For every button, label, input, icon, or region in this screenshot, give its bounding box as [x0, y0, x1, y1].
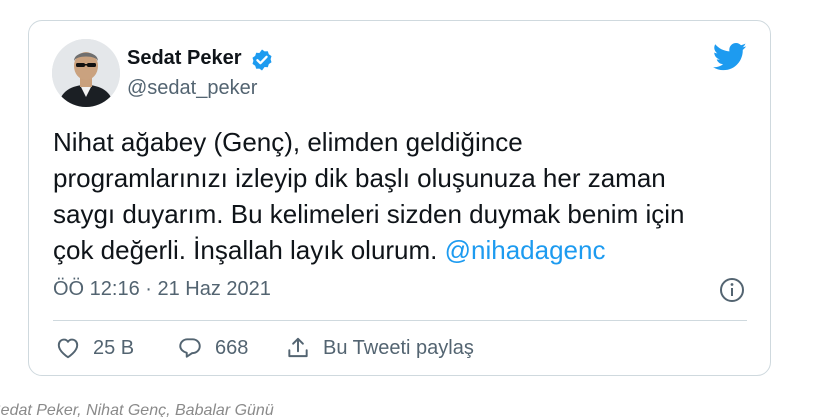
author-name[interactable]: Sedat Peker	[127, 47, 242, 70]
reply-button[interactable]: 668	[177, 333, 248, 363]
tweet-text-line: çok değerli. İnşallah layık olurum. @nih…	[53, 232, 733, 268]
author-handle[interactable]: @sedat_peker	[127, 77, 257, 100]
tweet-text-line: programlarınızı izleyip dik başlı oluşun…	[53, 163, 666, 193]
tweet-text-line: Nihat ağabey (Genç), elimden geldiğince	[53, 127, 523, 157]
tweet-text-segment: çok değerli. İnşallah layık olurum.	[53, 235, 445, 265]
twitter-bird-icon[interactable]	[713, 42, 747, 72]
tweet-text: Nihat ağabey (Genç), elimden geldiğince …	[53, 124, 733, 268]
avatar[interactable]	[52, 39, 120, 107]
verified-badge-icon	[252, 49, 272, 71]
reply-count: 668	[215, 336, 249, 359]
tweet-text-line: saygı duyarım. Bu kelimeleri sizden duym…	[53, 199, 685, 229]
share-button[interactable]: Bu Tweeti paylaş	[285, 333, 474, 363]
reply-bubble-icon	[179, 338, 201, 358]
heart-icon	[57, 338, 79, 359]
mention-link[interactable]: @nihadagenc	[445, 235, 606, 265]
tweet-timestamp[interactable]: ÖÖ 12:16 · 21 Haz 2021	[53, 278, 271, 301]
like-button[interactable]: 25 B	[55, 333, 134, 363]
share-label: Bu Tweeti paylaş	[323, 336, 474, 359]
divider	[53, 320, 747, 321]
image-caption: Sedat Peker, Nihat Genç, Babalar Günü	[0, 402, 274, 417]
info-icon[interactable]	[719, 277, 745, 303]
tweet-card[interactable]: Sedat Peker @sedat_peker Nihat ağabey (G…	[28, 20, 771, 376]
like-count: 25 B	[93, 336, 135, 359]
share-icon	[288, 337, 308, 358]
